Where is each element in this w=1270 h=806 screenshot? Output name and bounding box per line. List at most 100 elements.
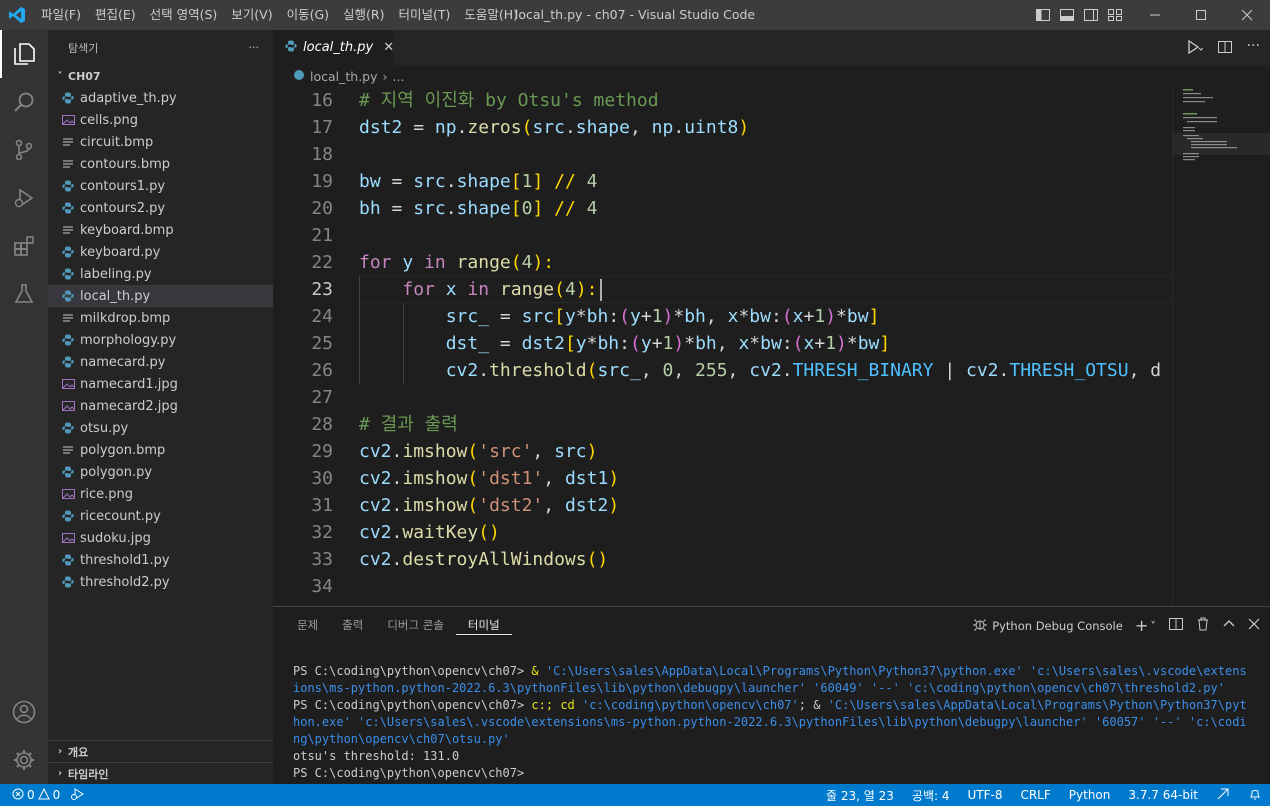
code-token: y: [640, 333, 652, 354]
indentation[interactable]: 공백: 4: [912, 787, 950, 804]
customize-layout-icon[interactable]: [1107, 7, 1123, 23]
line-number: 29: [311, 441, 333, 462]
problems-indicator[interactable]: 0 0: [12, 787, 60, 803]
close-button[interactable]: [1224, 0, 1270, 30]
breadcrumb-file[interactable]: local_th.py: [310, 69, 378, 84]
code-token: 4: [586, 171, 598, 192]
minimap[interactable]: [1172, 87, 1270, 605]
feedback-icon[interactable]: [1216, 787, 1230, 804]
tab-label: local_th.py: [303, 40, 374, 55]
code-text: # 지역 이진화 by Otsu's method: [359, 87, 659, 114]
file-item[interactable]: namecard2.jpg: [48, 395, 273, 417]
close-panel-icon[interactable]: [1248, 618, 1260, 633]
close-tab-icon[interactable]: ✕: [383, 40, 394, 55]
file-item[interactable]: threshold1.py: [48, 549, 273, 571]
file-item[interactable]: otsu.py: [48, 417, 273, 439]
source-control-icon[interactable]: [0, 126, 48, 174]
end-of-line[interactable]: CRLF: [1020, 788, 1050, 802]
maximize-button[interactable]: [1178, 0, 1224, 30]
toggle-panel-icon[interactable]: [1059, 7, 1075, 23]
tab-terminal[interactable]: 터미널: [455, 607, 512, 635]
language-mode[interactable]: Python: [1069, 788, 1111, 802]
new-terminal-icon[interactable]: +: [1135, 616, 1148, 635]
tab-problems[interactable]: 문제: [285, 607, 330, 643]
notifications-bell-icon[interactable]: [1248, 787, 1262, 804]
menu-run[interactable]: 실행(R): [336, 0, 391, 30]
file-item[interactable]: local_th.py: [48, 285, 273, 307]
python-file-icon: [62, 200, 80, 216]
trash-icon[interactable]: [1196, 616, 1210, 635]
code-token: .: [391, 441, 403, 462]
file-item[interactable]: keyboard.py: [48, 241, 273, 263]
code-text: for y in range(4):: [359, 249, 554, 276]
menu-help[interactable]: 도움말(H): [457, 0, 525, 30]
split-terminal-icon[interactable]: [1168, 616, 1184, 635]
file-item[interactable]: adaptive_th.py: [48, 87, 273, 109]
file-item[interactable]: namecard1.jpg: [48, 373, 273, 395]
code-token: src: [521, 306, 555, 327]
menu-terminal[interactable]: 터미널(T): [392, 0, 458, 30]
python-interpreter[interactable]: 3.7.7 64-bit: [1128, 788, 1198, 802]
file-item[interactable]: rice.png: [48, 483, 273, 505]
toggle-sidebar-icon[interactable]: [1035, 7, 1051, 23]
code-text: cv2.threshold(src_, 0, 255, cv2.THRESH_B…: [359, 357, 1161, 384]
file-item[interactable]: circuit.bmp: [48, 131, 273, 153]
file-list: adaptive_th.py cells.png circuit.bmp contou…: [48, 87, 273, 593]
chevron-down-icon[interactable]: ˅: [1150, 619, 1156, 633]
menu-edit[interactable]: 편집(E): [88, 0, 143, 30]
menu-selection[interactable]: 선택 영역(S): [143, 0, 225, 30]
breadcrumb-rest[interactable]: ...: [393, 69, 405, 84]
menu-file[interactable]: 파일(F): [34, 0, 88, 30]
menu-go[interactable]: 이동(G): [280, 0, 336, 30]
file-item[interactable]: milkdrop.bmp: [48, 307, 273, 329]
toggle-secondary-sidebar-icon[interactable]: [1083, 7, 1099, 23]
tab-output[interactable]: 출력: [330, 607, 375, 643]
file-item[interactable]: labeling.py: [48, 263, 273, 285]
maximize-panel-icon[interactable]: [1222, 617, 1236, 634]
file-item[interactable]: contours2.py: [48, 197, 273, 219]
code-line: 21: [273, 222, 1172, 249]
file-item[interactable]: morphology.py: [48, 329, 273, 351]
terminal-selector[interactable]: Python Debug Console: [992, 619, 1123, 633]
code-token: [: [554, 306, 565, 327]
debug-launch-icon[interactable]: [70, 787, 86, 804]
file-item[interactable]: ricecount.py: [48, 505, 273, 527]
run-debug-icon[interactable]: [0, 174, 48, 222]
timeline-section[interactable]: › 타임라인: [48, 762, 273, 784]
search-icon[interactable]: [0, 78, 48, 126]
minimize-button[interactable]: [1132, 0, 1178, 30]
code-token: x: [445, 279, 457, 300]
terminal-output[interactable]: PS C:\coding\python\opencv\ch07> & 'C:\U…: [293, 663, 1253, 782]
editor-more-icon[interactable]: ···: [1247, 39, 1260, 59]
file-item[interactable]: polygon.bmp: [48, 439, 273, 461]
tab-debug-console[interactable]: 디버그 콘솔: [375, 607, 456, 643]
cursor-position[interactable]: 줄 23, 열 23: [826, 787, 894, 804]
code-token: destroyAllWindows: [402, 549, 587, 570]
tab-local-th[interactable]: local_th.py ✕: [273, 30, 394, 65]
outline-section[interactable]: › 개요: [48, 740, 273, 762]
line-number: 30: [311, 468, 333, 489]
run-python-file-icon[interactable]: [1185, 39, 1203, 59]
extensions-icon[interactable]: [0, 222, 48, 270]
folder-ch07[interactable]: ˅ CH07: [48, 65, 273, 87]
image-file-icon: [62, 530, 80, 546]
code-token: (): [586, 549, 609, 570]
file-item[interactable]: cells.png: [48, 109, 273, 131]
explorer-icon[interactable]: [0, 30, 48, 78]
menu-view[interactable]: 보기(V): [224, 0, 279, 30]
file-item[interactable]: threshold2.py: [48, 571, 273, 593]
more-actions-button[interactable]: ···: [249, 41, 260, 54]
file-item[interactable]: polygon.py: [48, 461, 273, 483]
file-item[interactable]: contours.bmp: [48, 153, 273, 175]
file-item[interactable]: namecard.py: [48, 351, 273, 373]
file-item[interactable]: contours1.py: [48, 175, 273, 197]
code-token: .: [673, 117, 685, 138]
testing-flask-icon[interactable]: [0, 270, 48, 318]
file-item[interactable]: sudoku.jpg: [48, 527, 273, 549]
settings-gear-icon[interactable]: [0, 736, 48, 784]
encoding[interactable]: UTF-8: [967, 788, 1002, 802]
file-item[interactable]: keyboard.bmp: [48, 219, 273, 241]
code-editor[interactable]: 16 # 지역 이진화 by Otsu's method 17 dst2 = np.z…: [273, 87, 1172, 605]
split-editor-icon[interactable]: [1217, 39, 1233, 59]
accounts-icon[interactable]: [0, 688, 48, 736]
